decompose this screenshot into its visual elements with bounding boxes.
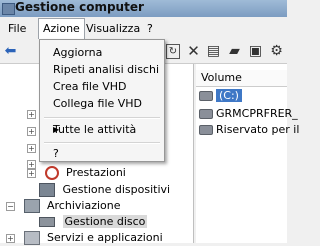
- menu-bar: File Azione Visualizza ?: [0, 17, 287, 41]
- disk-icon[interactable]: ▣: [247, 43, 264, 60]
- tree-item-archiviazione[interactable]: − Archiviazione: [6, 198, 121, 214]
- volume-row[interactable]: Riservato per il: [196, 122, 299, 137]
- column-header-volume[interactable]: Volume: [196, 70, 287, 87]
- azione-menu: Aggiorna Ripeti analisi dischi Crea file…: [39, 39, 165, 162]
- volume-list: Volume (C:) GRMCPRFRER_ Riservato per il: [196, 64, 299, 243]
- storage-icon: [23, 199, 40, 213]
- drive-icon: [199, 91, 213, 101]
- menu-help[interactable]: ?: [143, 21, 157, 36]
- delete-icon[interactable]: ✕: [185, 43, 202, 60]
- menu-file[interactable]: File: [4, 21, 30, 36]
- performance-icon: [44, 166, 59, 180]
- title-bar: Gestione computer: [0, 0, 287, 17]
- menu-separator: [44, 117, 160, 119]
- menu-item-help[interactable]: ?: [40, 145, 164, 162]
- tree-item-gestione-dispositivi[interactable]: Gestione dispositivi: [39, 182, 170, 198]
- submenu-arrow-icon: ▶: [53, 125, 60, 134]
- menu-visualizza[interactable]: Visualizza: [82, 21, 144, 36]
- refresh-icon[interactable]: ↻: [166, 44, 180, 59]
- menu-item-aggiorna[interactable]: Aggiorna: [40, 44, 164, 61]
- tree-item-gestione-disco[interactable]: Gestione disco: [39, 214, 148, 230]
- settings-icon[interactable]: ⚙: [268, 43, 285, 60]
- drive-icon: [199, 109, 213, 119]
- disk-management-icon: [39, 217, 55, 227]
- menu-item-tutte-le-attivita[interactable]: Tutte le attività ▶: [40, 121, 164, 138]
- device-manager-icon: [39, 183, 55, 197]
- menu-separator: [44, 142, 160, 144]
- properties-icon[interactable]: ▤: [205, 43, 222, 60]
- menu-item-ripeti-analisi-dischi[interactable]: Ripeti analisi dischi: [40, 61, 164, 78]
- drive-icon: [199, 125, 213, 135]
- menu-azione[interactable]: Azione: [38, 18, 85, 39]
- tree-item-servizi-e-applicazioni[interactable]: + Servizi e applicazioni: [6, 230, 163, 246]
- menu-item-crea-file-vhd[interactable]: Crea file VHD: [40, 78, 164, 95]
- back-arrow-icon[interactable]: ⬅: [2, 43, 19, 60]
- volume-row[interactable]: GRMCPRFRER_: [196, 106, 298, 121]
- volume-row[interactable]: (C:): [196, 88, 242, 103]
- menu-item-collega-file-vhd[interactable]: Collega file VHD: [40, 95, 164, 112]
- computer-management-icon: [2, 3, 15, 15]
- tree-item-prestazioni[interactable]: + Prestazioni: [27, 165, 126, 181]
- open-folder-icon[interactable]: ▰: [226, 43, 243, 60]
- window-title: Gestione computer: [15, 0, 144, 14]
